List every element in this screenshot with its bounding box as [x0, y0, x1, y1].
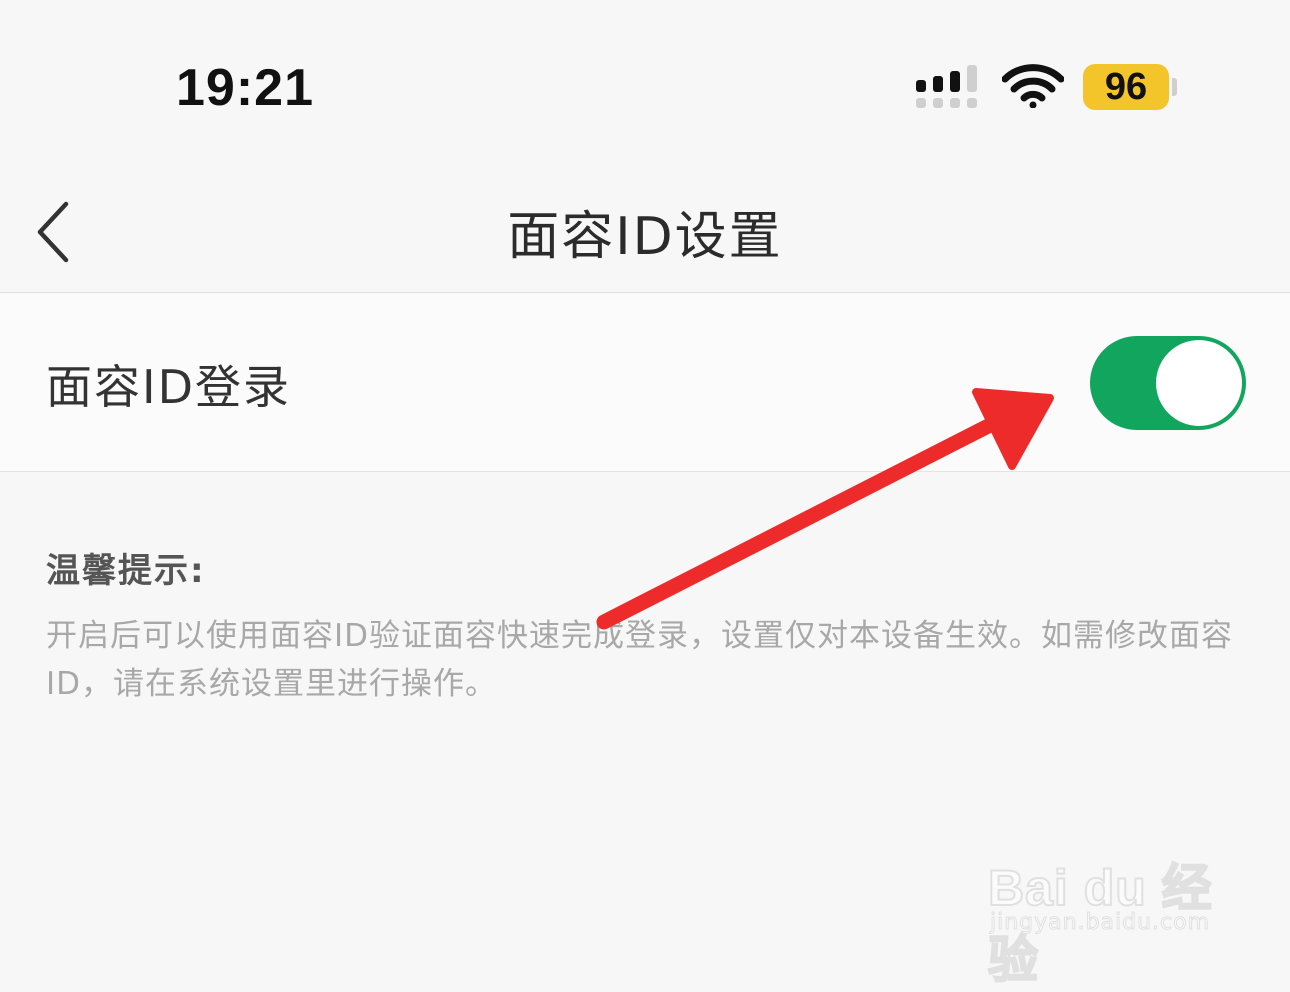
baidu-jingyan-watermark: Bai du 经验 jingyan.baidu.com: [987, 828, 1228, 989]
wifi-icon: [1002, 64, 1064, 108]
face-id-login-toggle[interactable]: [1090, 336, 1246, 430]
tips-body: 开启后可以使用面容ID验证面容快速完成登录，设置仅对本设备生效。如需修改面容ID…: [46, 618, 1234, 702]
face-id-login-label: 面容ID登录: [46, 360, 291, 414]
status-time: 19:21: [176, 59, 314, 117]
watermark-url: jingyan.baidu.com: [989, 910, 1211, 936]
navigation-bar: 面容ID设置: [0, 170, 1290, 293]
battery-nub: [1172, 78, 1177, 96]
page-title: 面容ID设置: [507, 207, 783, 267]
toggle-knob: [1156, 340, 1242, 426]
cellular-signal-icon: [916, 65, 977, 108]
face-id-login-row: 面容ID登录: [0, 293, 1290, 472]
status-bar: 19:21 96: [0, 0, 1290, 170]
tips-title: 温馨提示:: [46, 551, 206, 591]
battery-indicator: 96: [1083, 64, 1169, 110]
